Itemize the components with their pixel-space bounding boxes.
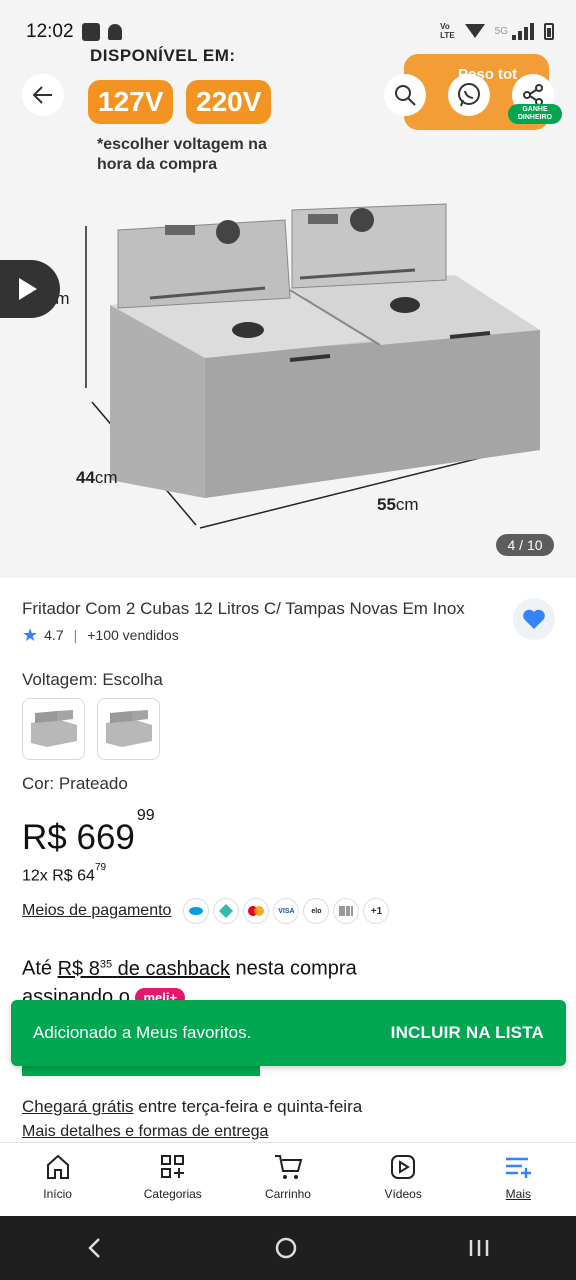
fryer-thumbnail xyxy=(30,710,77,747)
battery-icon xyxy=(544,22,554,40)
mercado-pago-icon xyxy=(183,898,210,924)
cart-icon xyxy=(274,1155,303,1179)
bell-icon xyxy=(107,24,122,40)
variant-thumb-2[interactable] xyxy=(97,698,160,760)
price-cents: 99 xyxy=(136,807,155,825)
system-back-icon[interactable] xyxy=(85,1236,105,1260)
play-icon xyxy=(19,278,37,300)
dimension-depth: 44cm xyxy=(76,468,118,488)
nav-label-home: Início xyxy=(43,1187,72,1201)
dimension-width: 55cm xyxy=(377,495,419,515)
nav-item-more[interactable]: Mais xyxy=(468,1143,568,1216)
arrow-left-icon xyxy=(32,86,52,104)
categories-icon xyxy=(160,1155,184,1178)
rating-row: ★ 4.7 | +100 vendidos xyxy=(22,626,179,644)
volte-icon: Vo LTE xyxy=(440,22,455,40)
visa-icon: VISA xyxy=(273,898,300,924)
image-counter: 4 / 10 xyxy=(496,534,554,556)
nav-item-cart[interactable]: Carrinho xyxy=(238,1143,338,1216)
search-icon xyxy=(395,85,416,106)
search-button[interactable] xyxy=(384,74,426,116)
status-bar: 12:02 Vo LTE 5G xyxy=(0,0,576,64)
menu-plus-icon xyxy=(506,1157,532,1178)
star-icon: ★ xyxy=(22,625,39,645)
fryer-thumbnail xyxy=(105,710,152,747)
delivery-details-link[interactable]: Mais detalhes e formas de entrega xyxy=(22,1123,268,1141)
snackbar: Adicionado a Meus favoritos. INCLUIR NA … xyxy=(11,1000,566,1066)
video-icon xyxy=(391,1155,416,1179)
variant-thumb-1[interactable] xyxy=(22,698,85,760)
nav-item-videos[interactable]: Vídeos xyxy=(353,1143,453,1216)
system-recents-icon[interactable] xyxy=(467,1236,491,1260)
favorite-button[interactable] xyxy=(513,598,555,640)
play-video-button[interactable] xyxy=(0,260,60,318)
sold-count: +100 vendidos xyxy=(87,627,179,643)
price-currency: R$ xyxy=(22,818,67,857)
more-payments-badge: +1 xyxy=(363,898,390,924)
payment-methods-row[interactable]: Meios de pagamento VISA elo +1 xyxy=(22,898,390,924)
installments: 12x R$ 6479 xyxy=(22,862,106,885)
cashback-link: de cashback xyxy=(117,957,230,980)
delivery-info: Chegará grátis entre terça-feira e quint… xyxy=(22,1097,362,1117)
whatsapp-share-button[interactable] xyxy=(448,74,490,116)
price: R$ 66999 xyxy=(22,807,155,858)
bottom-navigation: Início Categorias Carrinho Vídeos Mais xyxy=(0,1142,576,1216)
status-notification-icons xyxy=(81,23,122,41)
nav-item-home[interactable]: Início xyxy=(8,1143,108,1216)
nav-label-cart: Carrinho xyxy=(264,1187,311,1201)
cashback-prefix: Até xyxy=(22,957,53,980)
system-home-icon[interactable] xyxy=(274,1236,298,1260)
earn-money-tag[interactable]: GANHE DINHEIRO xyxy=(508,104,562,124)
include-in-list-button[interactable]: INCLUIR NA LISTA xyxy=(391,1023,544,1043)
delivery-strong: Chegará grátis xyxy=(22,1097,134,1116)
back-button[interactable] xyxy=(22,74,64,116)
boleto-icon xyxy=(333,898,360,924)
app-notification-icon xyxy=(81,23,100,41)
installments-value: 12x R$ 64 xyxy=(22,867,95,885)
wifi-icon xyxy=(464,24,485,38)
system-navigation-bar xyxy=(0,1216,576,1280)
pix-icon xyxy=(213,898,240,924)
nav-item-categories[interactable]: Categorias xyxy=(123,1143,223,1216)
voltage-badge-127v: 127V xyxy=(88,80,174,124)
voltage-badge-220v: 220V xyxy=(186,80,272,124)
installments-cents: 79 xyxy=(94,862,107,873)
home-icon xyxy=(46,1154,69,1179)
snackbar-message: Adicionado a Meus favoritos. xyxy=(33,1023,252,1042)
payment-methods-link[interactable]: Meios de pagamento xyxy=(22,902,171,920)
rating-separator: | xyxy=(73,627,78,643)
cashback-amount-value: R$ 8 xyxy=(57,957,100,980)
voltage-label: Voltagem: Escolha xyxy=(22,670,163,689)
color-label: Cor: Prateado xyxy=(22,774,128,793)
signal-icon xyxy=(512,22,534,40)
elo-icon: elo xyxy=(303,898,330,924)
price-integer: 669 xyxy=(76,818,135,857)
mastercard-icon xyxy=(243,898,270,924)
nav-label-videos: Vídeos xyxy=(384,1187,422,1201)
network-type: 5G xyxy=(494,25,508,37)
dimension-width-value: 55 xyxy=(377,495,396,514)
product-title: Fritador Com 2 Cubas 12 Litros C/ Tampas… xyxy=(22,599,465,618)
status-system-icons: Vo LTE 5G xyxy=(440,22,554,40)
dimension-width-unit: cm xyxy=(395,495,419,514)
product-image-gallery[interactable]: DISPONÍVEL EM: 127V 220V *escolher volta… xyxy=(0,0,576,578)
cashback-amount[interactable]: R$ 835 de cashback xyxy=(58,958,230,980)
nav-label-categories: Categorias xyxy=(143,1187,202,1201)
nav-label-more: Mais xyxy=(505,1187,532,1201)
dimension-depth-unit: cm xyxy=(94,468,118,487)
promo-note: *escolher voltagem na hora da compra xyxy=(97,136,267,173)
rating-value: 4.7 xyxy=(44,627,64,643)
dimension-depth-value: 44 xyxy=(76,468,95,487)
whatsapp-icon xyxy=(458,83,480,107)
cashback-cents: 35 xyxy=(99,958,113,970)
status-time: 12:02 xyxy=(26,21,74,42)
share-icon xyxy=(523,84,543,106)
heart-icon xyxy=(523,609,545,629)
delivery-text: entre terça-feira e quinta-feira xyxy=(138,1097,363,1116)
